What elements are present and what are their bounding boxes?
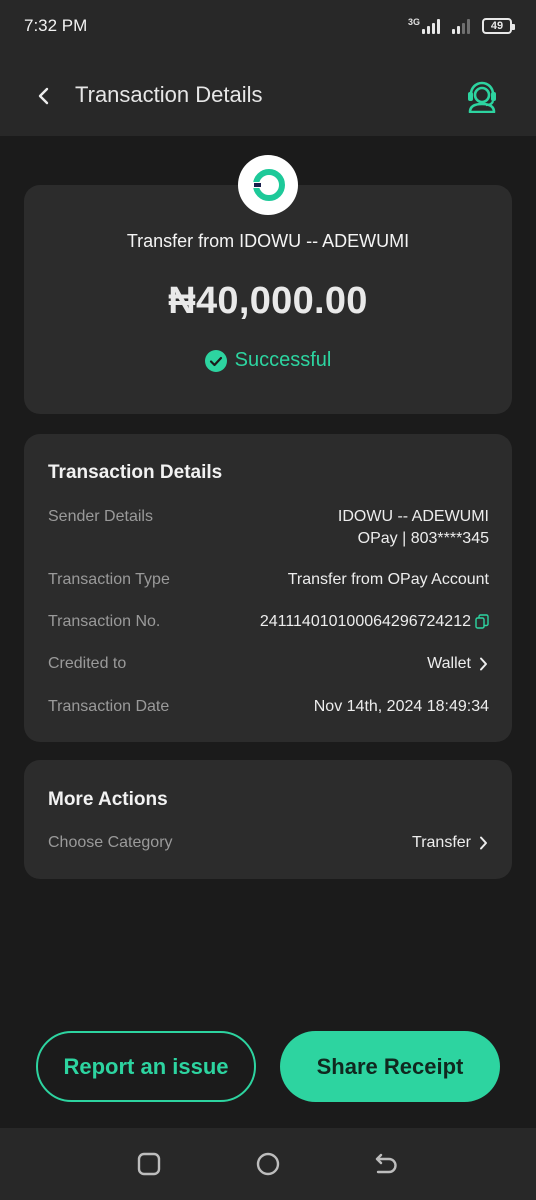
app-header: Transaction Details [0,56,536,136]
network-type-label: 3G [407,16,420,27]
transaction-date-row: Transaction Date Nov 14th, 2024 18:49:34 [48,698,489,716]
credited-to-row[interactable]: Credited to Wallet [48,655,489,673]
transfer-title: Transfer from IDOWU -- ADEWUMI [126,231,410,251]
chevron-right-icon [477,656,489,672]
signal-strength-icon [422,18,440,34]
recent-apps-icon [138,1152,161,1176]
chevron-left-icon [38,87,49,105]
battery-level: 49 [490,20,504,32]
transaction-date-label: Transaction Date [48,698,170,715]
back-arrow-icon [375,1153,397,1174]
credited-to-label: Credited to [48,655,127,672]
choose-category-text: Transfer [412,834,471,851]
status-icons: 3G 49 [407,16,515,34]
customer-support-icon [468,81,496,113]
sender-account: OPay | 803****345 [357,530,489,547]
system-navigation-bar [0,1128,536,1200]
signal-strength-secondary-icon [452,18,470,34]
sender-details-row: Sender Details IDOWU -- ADEWUMI OPay | 8… [48,508,489,548]
check-circle-icon [204,349,227,372]
home-button[interactable] [246,1142,290,1186]
transaction-number-label: Transaction No. [48,613,161,630]
share-receipt-button[interactable]: Share Receipt [280,1031,500,1102]
back-button[interactable] [28,80,60,112]
transaction-number-row: Transaction No. 241114010100064296724212 [48,613,489,631]
more-actions-card: More Actions Choose Category Transfer [24,760,512,879]
page-title: Transaction Details [75,82,263,107]
credited-to-text: Wallet [427,655,471,672]
transfer-amount: ₦40,000.00 [168,280,368,322]
status-time: 7:32 PM [24,16,88,35]
transaction-number-value: 241114010100064296724212 [260,613,489,631]
report-issue-button[interactable]: Report an issue [36,1031,256,1102]
chevron-right-icon [477,835,489,851]
credited-to-value: Wallet [427,655,489,673]
transaction-details-card: Transaction Details Sender Details IDOWU… [24,434,512,742]
copy-icon[interactable] [475,614,489,630]
sender-details-value: IDOWU -- ADEWUMI OPay | 803****345 [338,508,489,548]
choose-category-value: Transfer [412,834,489,852]
transaction-date-value: Nov 14th, 2024 18:49:34 [313,698,489,715]
opay-logo-icon [253,169,285,201]
home-icon [256,1152,280,1176]
recent-apps-button[interactable] [127,1142,171,1186]
choose-category-label: Choose Category [48,834,173,851]
status-bar: 7:32 PM 3G 49 [0,0,536,56]
opay-logo [238,155,298,215]
status-badge: Successful [24,349,512,372]
transaction-summary-card: Transfer from IDOWU -- ADEWUMI ₦40,000.0… [24,185,512,414]
choose-category-row[interactable]: Choose Category Transfer [48,834,489,852]
battery-icon: 49 [482,18,515,34]
transaction-type-value: Transfer from OPay Account [287,571,489,588]
status-text: Successful [234,349,332,371]
sender-details-label: Sender Details [48,508,153,525]
transaction-type-row: Transaction Type Transfer from OPay Acco… [48,571,489,589]
customer-support-button[interactable] [464,76,500,114]
screen: 7:32 PM 3G 49 Transaction Details Transf… [0,0,536,1200]
back-nav-button[interactable] [365,1142,409,1186]
transaction-type-label: Transaction Type [48,571,170,588]
more-actions-heading: More Actions [48,789,168,810]
sender-name: IDOWU -- ADEWUMI [337,508,489,525]
transaction-number-text: 241114010100064296724212 [259,613,471,630]
details-heading: Transaction Details [48,462,223,483]
